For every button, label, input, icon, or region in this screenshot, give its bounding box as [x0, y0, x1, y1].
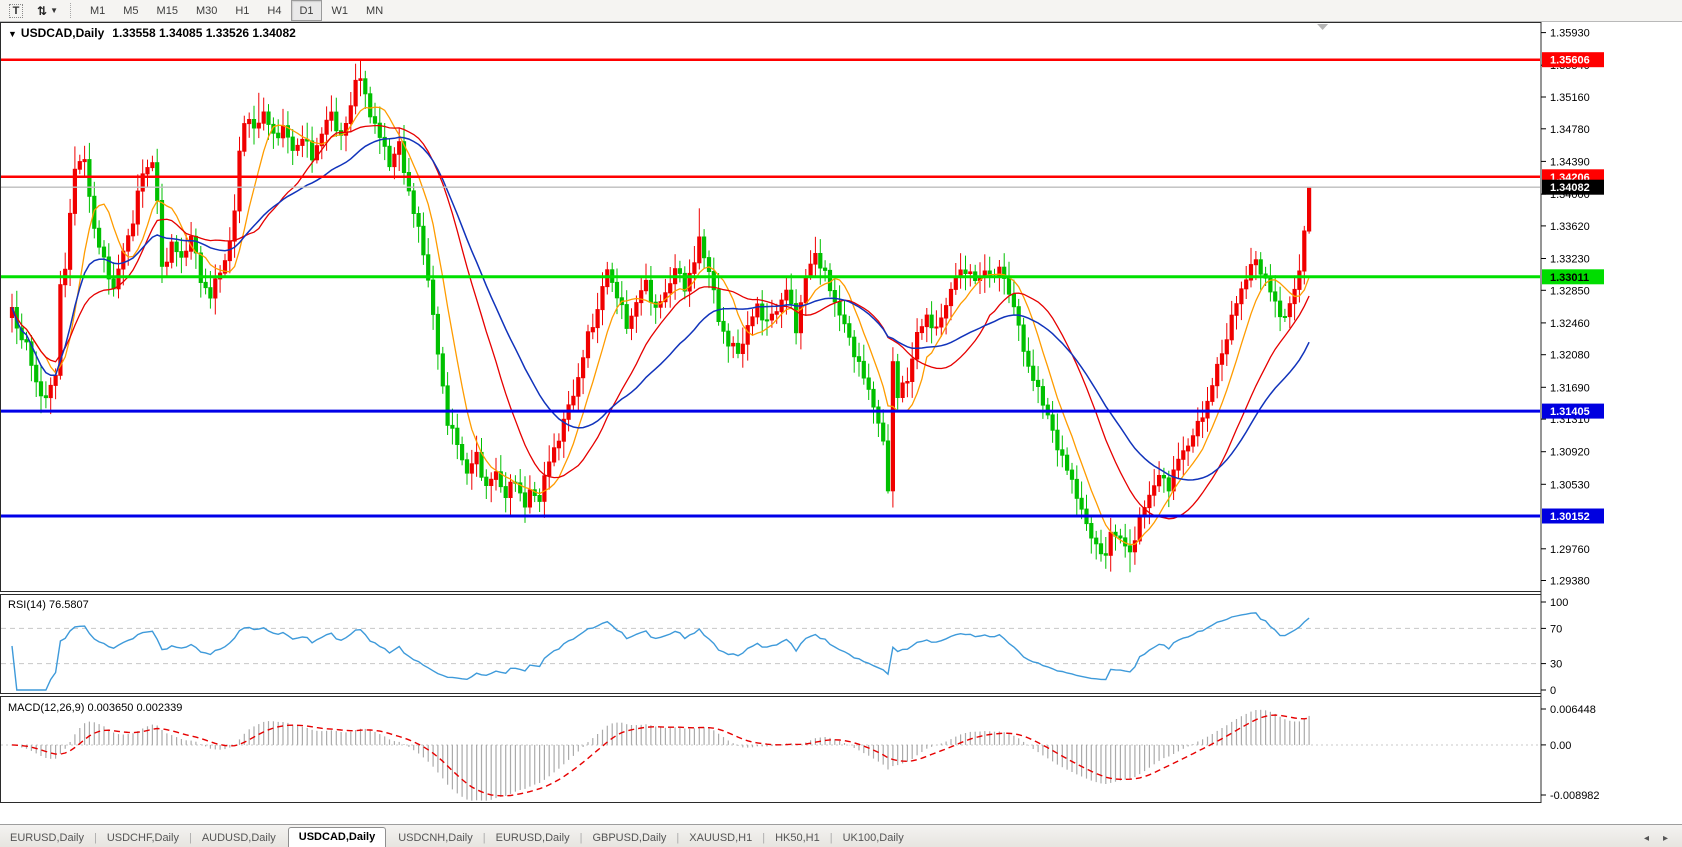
svg-text:1.33011: 1.33011 — [1550, 272, 1589, 284]
rsi-panel[interactable] — [0, 594, 1542, 694]
tab-scroll-arrows: ◂ ▸ — [1644, 833, 1668, 847]
svg-text:1.29760: 1.29760 — [1550, 544, 1590, 556]
price-level-badge: 1.30152 — [1542, 508, 1604, 524]
macd-name: MACD(12,26,9) — [8, 702, 85, 714]
svg-text:1.31405: 1.31405 — [1550, 406, 1590, 418]
svg-text:1.35160: 1.35160 — [1550, 92, 1590, 104]
chart-tab-eurusd-daily[interactable]: EURUSD,Daily — [0, 829, 94, 847]
svg-text:0.006448: 0.006448 — [1550, 704, 1596, 716]
svg-text:1.33620: 1.33620 — [1550, 221, 1590, 233]
svg-text:1.34082: 1.34082 — [1550, 182, 1590, 194]
chart-canvas[interactable]: 1.359301.355401.351601.347801.343901.340… — [0, 0, 1682, 803]
svg-text:100: 100 — [1550, 597, 1568, 609]
chart-tab-usdcad-daily[interactable]: USDCAD,Daily — [287, 827, 387, 847]
macd-main-value: 0.003650 — [87, 702, 134, 714]
chart-tab-audusd-daily[interactable]: AUDUSD,Daily — [192, 829, 286, 847]
svg-text:0: 0 — [1550, 685, 1556, 697]
svg-text:1.33230: 1.33230 — [1550, 254, 1590, 266]
macd-panel[interactable] — [0, 696, 1542, 803]
chart-tab-gbpusd-daily[interactable]: GBPUSD,Daily — [582, 829, 676, 847]
svg-text:1.30530: 1.30530 — [1550, 479, 1590, 491]
rsi-name: RSI(14) — [8, 599, 46, 611]
svg-text:1.35606: 1.35606 — [1550, 55, 1590, 67]
svg-text:-0.008982: -0.008982 — [1550, 790, 1600, 802]
chart-ohlc-quote: 1.33558 1.34085 1.33526 1.34082 — [112, 26, 296, 40]
svg-text:1.31690: 1.31690 — [1550, 382, 1590, 394]
rsi-current-value: 76.5807 — [48, 599, 89, 611]
svg-text:1.32850: 1.32850 — [1550, 285, 1590, 297]
chart-symbol-label: USDCAD,Daily — [20, 26, 105, 40]
tab-scroll-right-icon[interactable]: ▸ — [1663, 833, 1668, 844]
svg-text:70: 70 — [1550, 623, 1562, 635]
price-level-badge: 1.33011 — [1542, 269, 1604, 285]
chart-tab-uk100-daily[interactable]: UK100,Daily — [833, 829, 914, 847]
chart-tab-bar: EURUSD,Daily | USDCHF,Daily | AUDUSD,Daily US… — [0, 824, 1682, 847]
svg-text:1.32080: 1.32080 — [1550, 350, 1590, 362]
macd-indicator-label: MACD(12,26,9) 0.003650 0.002339 — [8, 702, 182, 714]
svg-text:1.34780: 1.34780 — [1550, 124, 1590, 136]
macd-signal-value: 0.002339 — [136, 702, 183, 714]
svg-text:30: 30 — [1550, 659, 1562, 671]
svg-text:1.30920: 1.30920 — [1550, 447, 1590, 459]
mt4-window: T ⇅ ▼ M1M5M15M30H1H4D1W1MN 1.359301.3554… — [0, 0, 1682, 847]
svg-text:1.35930: 1.35930 — [1550, 28, 1590, 40]
svg-text:1.29380: 1.29380 — [1550, 576, 1590, 588]
svg-text:1.34390: 1.34390 — [1550, 156, 1590, 168]
svg-text:1.30152: 1.30152 — [1550, 511, 1590, 523]
price-level-badge: 1.35606 — [1542, 52, 1604, 68]
price-level-badge: 1.31405 — [1542, 403, 1604, 419]
chart-tab-hk50-h1[interactable]: HK50,H1 — [765, 829, 830, 847]
price-axis[interactable]: 1.359301.355401.351601.347801.343901.340… — [1541, 28, 1590, 588]
collapse-triangle-icon[interactable]: ▼ — [8, 29, 17, 39]
svg-text:0.00: 0.00 — [1550, 740, 1571, 752]
rsi-indicator-label: RSI(14) 76.5807 — [8, 599, 89, 611]
chart-tab-xauusd-h1[interactable]: XAUUSD,H1 — [679, 829, 762, 847]
chart-tab-usdcnh-daily[interactable]: USDCNH,Daily — [388, 829, 483, 847]
tab-scroll-left-icon[interactable]: ◂ — [1644, 833, 1649, 844]
current-price-badge: 1.34082 — [1542, 179, 1604, 195]
indicator-axis-labels: 100 70 30 0 0.006448 0.00 -0.008982 — [1541, 597, 1600, 802]
svg-text:1.32460: 1.32460 — [1550, 318, 1590, 330]
chart-tab-usdchf-daily[interactable]: USDCHF,Daily — [97, 829, 189, 847]
chart-title: ▼ USDCAD,Daily 1.33558 1.34085 1.33526 1.3… — [8, 26, 296, 40]
chart-tab-eurusd-daily[interactable]: EURUSD,Daily — [486, 829, 580, 847]
